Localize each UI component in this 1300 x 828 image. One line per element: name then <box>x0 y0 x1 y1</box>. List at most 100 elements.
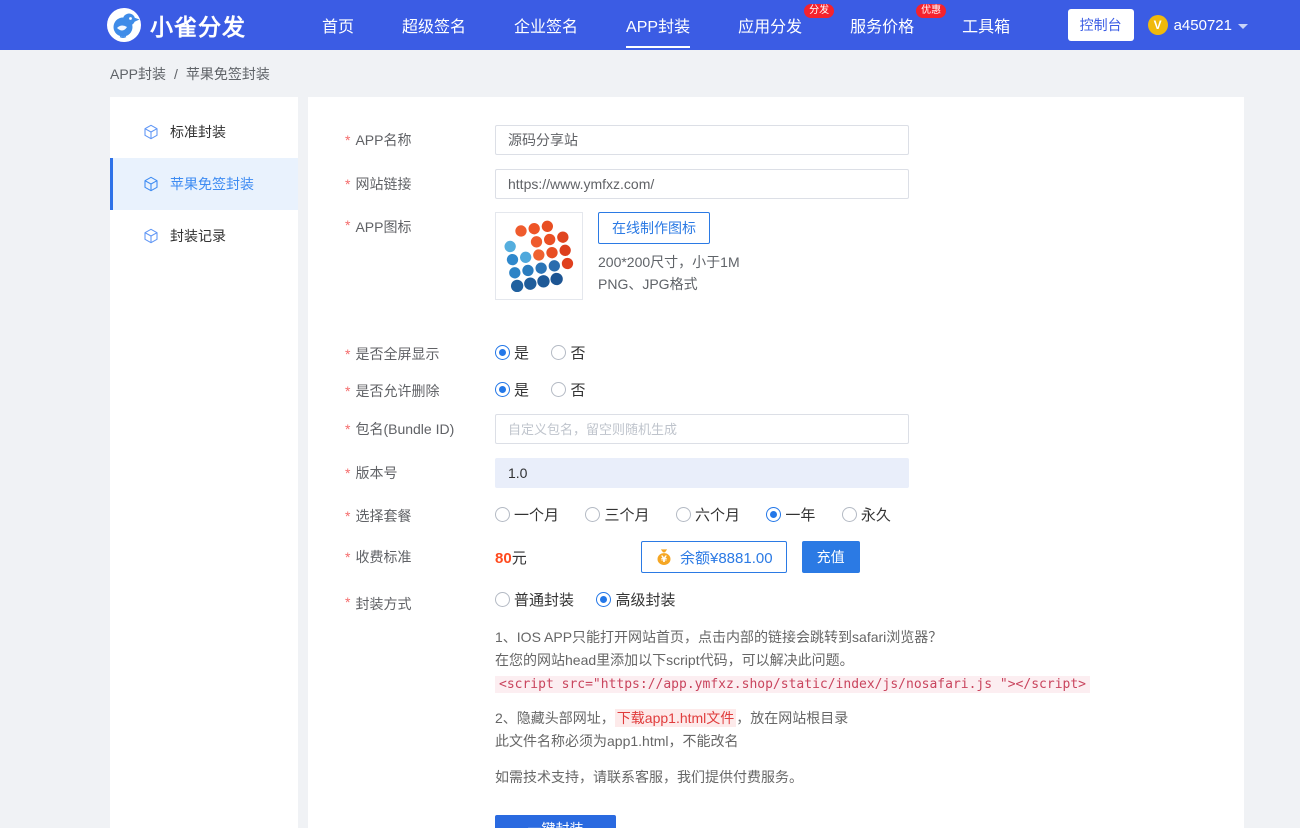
svg-text:¥: ¥ <box>661 555 667 565</box>
price-value: 80元 <box>495 547 641 568</box>
sidebar-item-standard-package[interactable]: 标准封装 <box>110 106 298 158</box>
app-icon-preview[interactable] <box>495 212 583 300</box>
logo-text: 小雀分发 <box>150 8 246 42</box>
app-name-row: * APP名称 <box>345 125 1244 155</box>
username: a450721 <box>1174 17 1232 34</box>
recharge-button[interactable]: 充值 <box>802 541 860 573</box>
note-line-5: 如需技术支持，请联系客服，我们提供付费服务。 <box>495 766 1090 789</box>
user-menu[interactable]: V a450721 <box>1148 15 1248 35</box>
plan-options: 一个月 三个月 六个月 一年 永久 <box>495 504 891 527</box>
radio-icon <box>495 592 510 607</box>
version-label: * 版本号 <box>345 458 495 488</box>
nav-menu: 首页 超级签名 企业签名 APP封装 应用分发 分发 服务价格 优惠 工具箱 <box>298 0 1034 50</box>
mode-option-normal[interactable]: 普通封装 <box>495 589 574 610</box>
app-name-input[interactable] <box>495 125 909 155</box>
logo[interactable]: 小雀分发 <box>106 7 246 43</box>
chevron-down-icon <box>1238 24 1248 29</box>
allow-delete-options: 是 否 <box>495 379 585 402</box>
nav-item-super-sign[interactable]: 超级签名 <box>378 0 490 50</box>
version-input[interactable] <box>495 458 909 488</box>
allow-delete-label: * 是否允许删除 <box>345 379 495 402</box>
fullscreen-option-yes[interactable]: 是 <box>495 342 529 363</box>
nav-right: 控制台 V a450721 <box>1068 9 1248 41</box>
breadcrumb-current: 苹果免签封装 <box>186 64 270 84</box>
app-icon-row: * APP图标 在线制作图标 200*200尺寸，小于1M PNG、 <box>345 212 1244 300</box>
nav-item-app-distribution[interactable]: 应用分发 分发 <box>714 0 826 50</box>
required-asterisk: * <box>345 465 350 481</box>
cube-icon <box>143 124 159 140</box>
balance-box[interactable]: ¥ 余额¥8881.00 <box>641 541 787 573</box>
app-icon-label: * APP图标 <box>345 212 495 300</box>
top-nav: 小雀分发 首页 超级签名 企业签名 APP封装 应用分发 分发 服务价格 优惠 … <box>0 0 1300 50</box>
radio-icon <box>495 507 510 522</box>
required-asterisk: * <box>345 132 350 148</box>
plan-row: * 选择套餐 一个月 三个月 六个月 一年 永久 <box>345 504 1244 527</box>
radio-icon <box>495 382 510 397</box>
icon-format-hint: PNG、JPG格式 <box>598 273 740 295</box>
fullscreen-options: 是 否 <box>495 342 585 365</box>
breadcrumb: APP封装 / 苹果免签封装 <box>0 50 1300 97</box>
plan-option-1-month[interactable]: 一个月 <box>495 504 559 525</box>
balance-text: 余额¥8881.00 <box>680 547 773 568</box>
icon-size-hint: 200*200尺寸，小于1M <box>598 251 740 273</box>
price-label: * 收费标准 <box>345 541 495 573</box>
mode-option-advanced[interactable]: 高级封装 <box>596 589 675 610</box>
make-icon-online-button[interactable]: 在线制作图标 <box>598 212 710 244</box>
plan-option-forever[interactable]: 永久 <box>842 504 891 525</box>
fullscreen-option-no[interactable]: 否 <box>551 342 585 363</box>
sidebar-item-label: 封装记录 <box>170 226 226 246</box>
sidebar-item-label: 苹果免签封装 <box>170 174 254 194</box>
site-url-input[interactable] <box>495 169 909 199</box>
package-form: * APP名称 * 网站链接 * APP图标 <box>308 97 1244 828</box>
site-url-label: * 网站链接 <box>345 169 495 199</box>
nav-item-pricing[interactable]: 服务价格 优惠 <box>826 0 938 50</box>
download-app1-html-link[interactable]: 下载app1.html文件 <box>615 709 736 727</box>
fullscreen-label: * 是否全屏显示 <box>345 342 495 365</box>
plan-option-6-months[interactable]: 六个月 <box>676 504 740 525</box>
app-name-label: * APP名称 <box>345 125 495 155</box>
cube-icon <box>143 176 159 192</box>
bundle-id-label: * 包名(Bundle ID) <box>345 414 495 444</box>
site-url-row: * 网站链接 <box>345 169 1244 199</box>
allow-delete-option-yes[interactable]: 是 <box>495 379 529 400</box>
required-asterisk: * <box>345 421 350 437</box>
radio-icon <box>495 345 510 360</box>
version-row: * 版本号 <box>345 458 1244 488</box>
allow-delete-option-no[interactable]: 否 <box>551 379 585 400</box>
plan-option-3-months[interactable]: 三个月 <box>585 504 649 525</box>
bundle-id-input[interactable] <box>495 414 909 444</box>
one-click-package-button[interactable]: 一键封装 <box>495 815 616 828</box>
radio-icon <box>551 345 566 360</box>
package-mode-options: 普通封装 高级封装 <box>495 589 1090 612</box>
console-button[interactable]: 控制台 <box>1068 9 1134 41</box>
plan-label: * 选择套餐 <box>345 504 495 527</box>
radio-icon <box>676 507 691 522</box>
radio-icon <box>842 507 857 522</box>
note-line-1: 1、IOS APP只能打开网站首页，点击内部的链接会跳转到safari浏览器？ <box>495 626 1090 649</box>
required-asterisk: * <box>345 346 350 362</box>
breadcrumb-parent[interactable]: APP封装 <box>110 64 166 84</box>
required-asterisk: * <box>345 508 350 524</box>
required-asterisk: * <box>345 176 350 192</box>
nav-item-toolbox[interactable]: 工具箱 <box>938 0 1034 50</box>
sidebar-item-package-records[interactable]: 封装记录 <box>110 210 298 262</box>
radio-icon <box>551 382 566 397</box>
fullscreen-row: * 是否全屏显示 是 否 <box>345 342 1244 365</box>
sidebar: 标准封装 苹果免签封装 封装记录 <box>110 97 298 828</box>
nav-item-app-package[interactable]: APP封装 <box>602 0 714 50</box>
nav-item-home[interactable]: 首页 <box>298 0 378 50</box>
radio-icon <box>585 507 600 522</box>
nosafari-script-code: <script src="https://app.ymfxz.shop/stat… <box>495 676 1090 693</box>
bird-logo-icon <box>106 7 142 43</box>
note-line-2: 在您的网站head里添加以下script代码，可以解决此问题。 <box>495 649 1090 672</box>
plan-option-1-year[interactable]: 一年 <box>766 504 815 525</box>
sidebar-item-apple-free-sign-package[interactable]: 苹果免签封装 <box>110 158 298 210</box>
radio-icon <box>766 507 781 522</box>
price-unit: 元 <box>512 550 527 567</box>
package-mode-row: * 封装方式 普通封装 高级封装 1、IOS APP只能打开网站首页，点击内部的… <box>345 589 1244 789</box>
required-asterisk: * <box>345 383 350 399</box>
nav-item-enterprise-sign[interactable]: 企业签名 <box>490 0 602 50</box>
breadcrumb-separator: / <box>174 66 178 82</box>
required-asterisk: * <box>345 549 350 565</box>
money-bag-icon: ¥ <box>655 548 673 566</box>
